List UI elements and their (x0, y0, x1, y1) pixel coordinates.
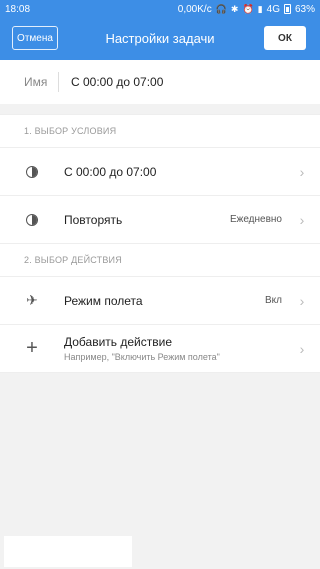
battery-icon (283, 4, 291, 14)
name-label: Имя (24, 75, 48, 89)
airplane-mode-row[interactable]: ✈ Режим полета Вкл › (0, 277, 320, 325)
repeat-value: Ежедневно (229, 214, 282, 225)
signal-icon: ▮ (257, 3, 263, 14)
airplane-mode-label: Режим полета (64, 293, 143, 308)
ok-button[interactable]: ОК (264, 26, 306, 50)
half-circle-icon (0, 213, 64, 226)
add-action-row[interactable]: + Добавить действие Например, "Включить … (0, 325, 320, 373)
condition-time-row[interactable]: С 00:00 до 07:00 › (0, 148, 320, 196)
chevron-right-icon: › (299, 211, 305, 228)
condition-time-label: С 00:00 до 07:00 (64, 164, 157, 179)
moon-icon (0, 165, 64, 178)
add-action-hint: Например, "Включить Режим полета" (64, 352, 220, 362)
condition-section: 1. ВЫБОР УСЛОВИЯ С 00:00 до 07:00 › Повт… (0, 114, 320, 244)
chevron-right-icon: › (299, 163, 305, 180)
plus-icon: + (26, 337, 38, 359)
alarm-icon: ⏰ (242, 3, 254, 14)
section-header-condition: 1. ВЫБОР УСЛОВИЯ (0, 114, 320, 148)
name-value[interactable]: С 00:00 до 07:00 (59, 75, 163, 89)
chevron-right-icon: › (299, 340, 305, 357)
chevron-right-icon: › (299, 292, 305, 309)
app-bar: Отмена Настройки задачи ОК (0, 18, 320, 60)
name-field[interactable]: Имя С 00:00 до 07:00 (0, 60, 320, 104)
section-header-action: 2. ВЫБОР ДЕЙСТВИЯ (0, 243, 320, 277)
action-section: 2. ВЫБОР ДЕЙСТВИЯ ✈ Режим полета Вкл › +… (0, 243, 320, 373)
status-indicators: 0,00K/с 🎧 ✱ ⏰ ▮ 4G 63% (178, 4, 315, 15)
add-action-label: Добавить действие (64, 335, 172, 349)
repeat-label: Повторять (64, 212, 123, 227)
network-type: 4G (266, 3, 280, 15)
battery-level: 63% (294, 3, 315, 15)
airplane-mode-value: Вкл (265, 295, 282, 306)
headphones-icon: 🎧 (215, 3, 227, 14)
status-bar: 18:08 0,00K/с 🎧 ✱ ⏰ ▮ 4G 63% (0, 0, 320, 18)
add-action-text: Добавить действие Например, "Включить Ре… (64, 335, 292, 362)
bluetooth-icon: ✱ (230, 3, 239, 14)
network-speed: 0,00K/с (177, 3, 212, 15)
condition-repeat-row[interactable]: Повторять Ежедневно › (0, 196, 320, 244)
bottom-card (4, 536, 132, 567)
airplane-icon: ✈ (26, 292, 38, 308)
status-time: 18:08 (5, 3, 31, 15)
